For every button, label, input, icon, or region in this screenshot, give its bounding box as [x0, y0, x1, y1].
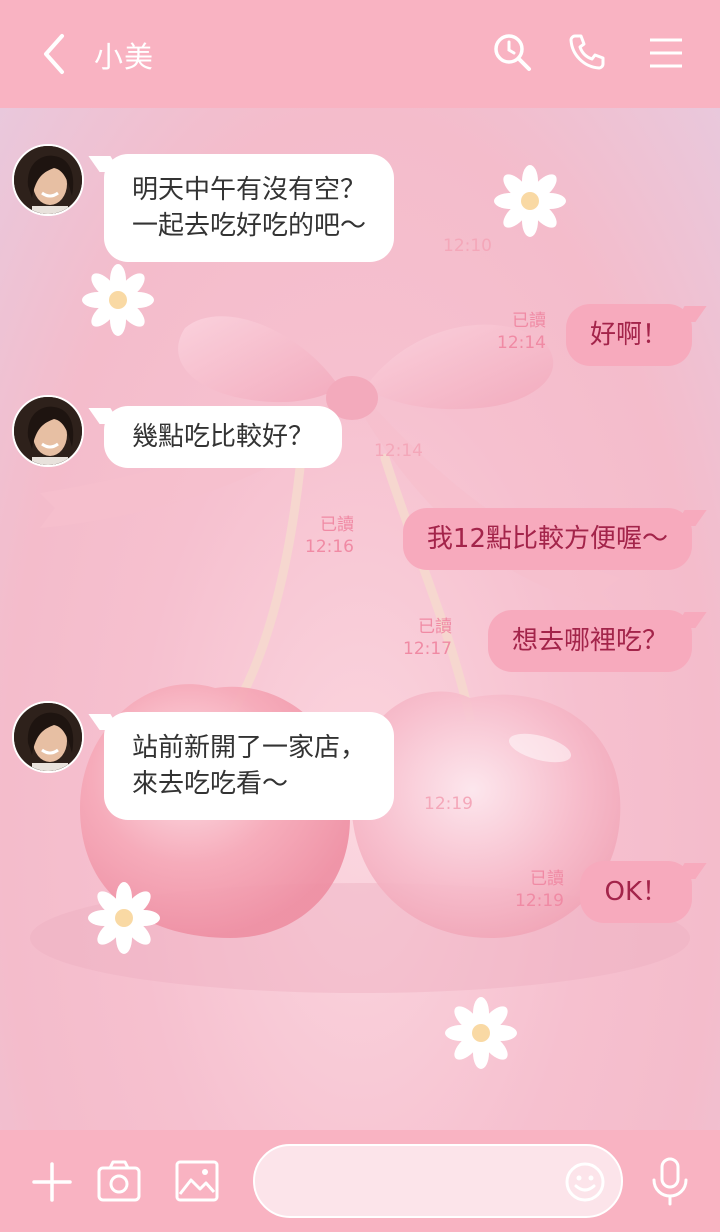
message-meta: 已讀 12:17 [403, 616, 452, 660]
phone-icon [569, 34, 605, 70]
daisy [494, 165, 566, 237]
smile-icon [565, 1162, 605, 1202]
search-clock-icon [494, 34, 531, 71]
voice-button[interactable] [648, 1156, 692, 1206]
message-input-box[interactable] [253, 1144, 623, 1218]
contact-avatar[interactable] [12, 144, 84, 216]
message-time: 12:16 [305, 537, 354, 557]
message-time: 12:14 [497, 333, 546, 353]
message-time: 12:19 [424, 794, 473, 814]
emoji-button[interactable] [563, 1160, 607, 1204]
message-meta: 已讀 12:14 [497, 310, 546, 354]
outgoing-message[interactable]: 好啊！ [565, 304, 692, 366]
chat-area[interactable]: 明天中午有沒有空？ 一起去吃好吃的吧〜 12:10 已讀 12:14 好啊！ 幾… [0, 108, 720, 1130]
call-button[interactable] [567, 32, 607, 72]
image-button[interactable] [174, 1158, 220, 1204]
incoming-message[interactable]: 明天中午有沒有空？ 一起去吃好吃的吧〜 [104, 154, 395, 262]
outgoing-message[interactable]: 想去哪裡吃？ [487, 610, 692, 672]
search-button[interactable] [492, 32, 532, 72]
message-input[interactable] [279, 1166, 549, 1198]
outgoing-message[interactable]: 我12點比較方便喔〜 [402, 508, 692, 570]
message-composer [0, 1130, 720, 1232]
read-receipt: 已讀 [418, 617, 452, 637]
add-button[interactable] [30, 1160, 74, 1204]
message-time: 12:19 [515, 891, 564, 911]
outgoing-message[interactable]: OK！ [580, 861, 692, 923]
plus-icon [32, 1162, 72, 1202]
mic-icon [652, 1157, 688, 1206]
chat-title: 小美 [94, 40, 155, 74]
menu-icon [650, 38, 682, 68]
camera-icon [97, 1160, 141, 1202]
back-button[interactable] [34, 30, 74, 78]
image-icon [175, 1160, 219, 1202]
message-time: 12:17 [403, 639, 452, 659]
read-receipt: 已讀 [512, 311, 546, 331]
chat-header: 小美 [0, 0, 720, 108]
read-receipt: 已讀 [530, 869, 564, 889]
message-time: 12:14 [374, 441, 423, 461]
contact-avatar[interactable] [12, 395, 84, 467]
message-meta: 已讀 12:16 [305, 514, 354, 558]
camera-button[interactable] [96, 1158, 142, 1204]
message-meta: 已讀 12:19 [515, 868, 564, 912]
chevron-left-icon [44, 34, 64, 74]
message-time: 12:10 [443, 236, 492, 256]
incoming-message[interactable]: 幾點吃比較好？ [104, 406, 343, 468]
contact-avatar[interactable] [12, 701, 84, 773]
menu-button[interactable] [646, 32, 686, 72]
incoming-message[interactable]: 站前新開了一家店， 來去吃吃看〜 [104, 712, 395, 820]
read-receipt: 已讀 [320, 515, 354, 535]
